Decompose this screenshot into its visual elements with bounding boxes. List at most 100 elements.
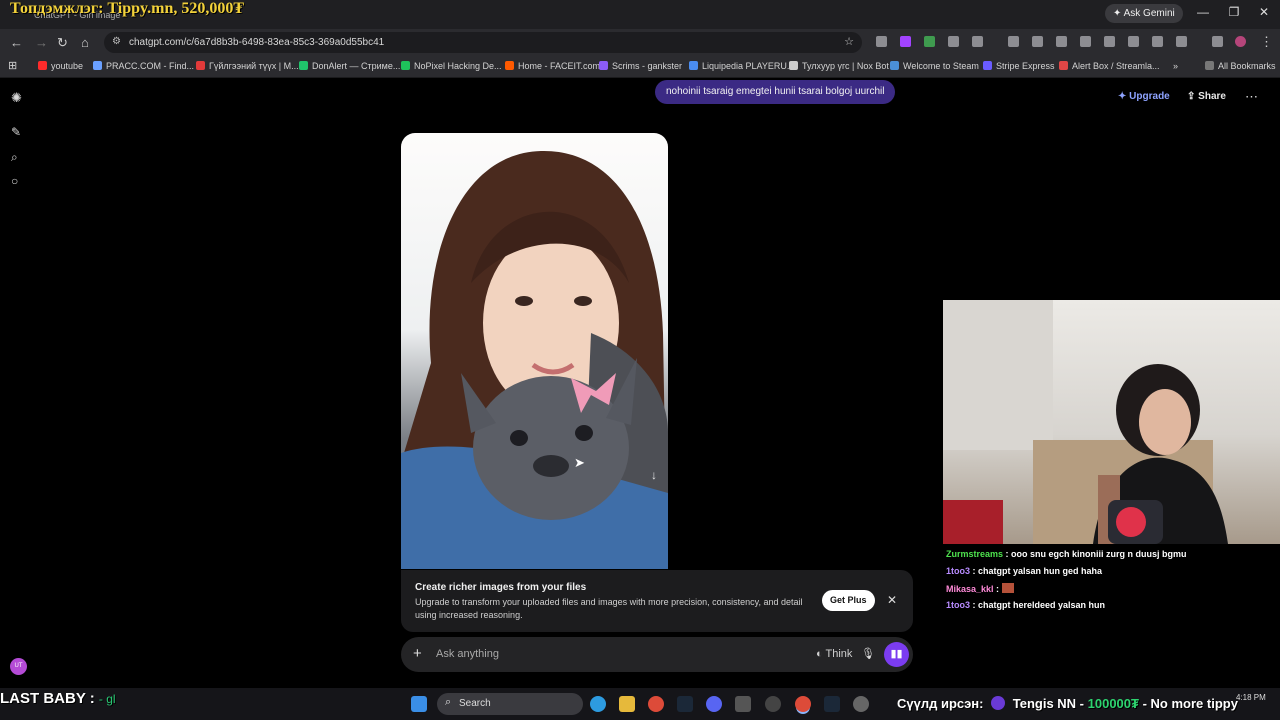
chat-text: ooo snu egch kinoniii zurg n duusj bgmu: [1011, 549, 1187, 559]
chat-message: Mikasa_kkl :: [946, 583, 1014, 594]
webcam-illustration: [943, 300, 1228, 544]
chat-username: Zurmstreams: [946, 549, 1004, 559]
extension-icon[interactable]: [900, 36, 911, 47]
bookmark-label: PRACC.COM - Find...: [106, 61, 195, 71]
bookmark-item[interactable]: DonAlert — Стриме...: [299, 61, 400, 71]
bookmark-favicon-icon: [401, 61, 410, 70]
chatgpt-logo-icon[interactable]: ✺: [11, 90, 22, 106]
home-icon[interactable]: ⌂: [81, 35, 89, 50]
extension-icon[interactable]: [876, 36, 887, 47]
chat-message: 1too3 : chatgpt yalsan hun ged haha: [946, 566, 1102, 576]
search-icon: ⌕: [445, 696, 452, 708]
favorites-icon[interactable]: [1008, 36, 1019, 47]
close-promo-icon[interactable]: ✕: [887, 593, 897, 607]
bookmark-item[interactable]: Home - FACEIT.com: [505, 61, 600, 71]
chrome-active-icon[interactable]: [795, 696, 811, 712]
site-info-icon[interactable]: ⚙: [112, 36, 121, 47]
extension-icon[interactable]: [924, 36, 935, 47]
scroll-down-icon[interactable]: ↓: [651, 468, 657, 482]
obs-icon[interactable]: [765, 696, 781, 712]
donation-prefix: Сүүлд ирсэн:: [897, 696, 984, 711]
translate-icon[interactable]: [1176, 36, 1187, 47]
chat-emote-icon: [1001, 583, 1014, 593]
get-plus-button[interactable]: Get Plus: [822, 590, 875, 611]
bookmark-favicon-icon: [983, 61, 992, 70]
bookmark-item[interactable]: Liquipedia PLAYERU...: [689, 61, 794, 71]
donation-message: - No more tippy: [1142, 696, 1238, 711]
reload-icon[interactable]: ↻: [57, 35, 68, 51]
steam-icon[interactable]: [824, 696, 840, 712]
bookmark-star-icon[interactable]: ☆: [844, 35, 854, 48]
address-bar[interactable]: ⚙ chatgpt.com/c/6a7d8b3b-6498-83ea-85c3-…: [104, 32, 862, 53]
bookmark-label: NoPixel Hacking De...: [414, 61, 502, 71]
maximize-icon[interactable]: ❐: [1226, 5, 1242, 19]
bookmark-item[interactable]: Alert Box / Streamla...: [1059, 61, 1160, 71]
bookmark-favicon-icon: [505, 61, 514, 70]
discord-icon[interactable]: [706, 696, 722, 712]
app-icon[interactable]: [853, 696, 869, 712]
generated-image-illustration: [401, 150, 668, 569]
voice-mode-icon[interactable]: ▮▮: [884, 642, 909, 667]
share-button[interactable]: ⇪ Share: [1187, 91, 1226, 102]
add-attachment-icon[interactable]: +: [413, 645, 422, 662]
donation-amount: 100000₮: [1087, 696, 1139, 711]
tab-search-icon[interactable]: [1212, 36, 1223, 47]
url-text: chatgpt.com/c/6a7d8b3b-6498-83ea-85c3-36…: [129, 37, 385, 48]
generated-image[interactable]: ➤: [401, 133, 668, 569]
apps-grid-icon[interactable]: ⊞: [8, 59, 17, 72]
downloads-icon[interactable]: [1032, 36, 1043, 47]
bookmark-label: Welcome to Steam: [903, 61, 979, 71]
close-window-icon[interactable]: ✕: [1256, 5, 1272, 19]
chats-icon[interactable]: ○: [11, 174, 18, 188]
prompt-input[interactable]: Ask anything: [436, 648, 499, 660]
bookmark-item[interactable]: Welcome to Steam: [890, 61, 979, 71]
bookmark-item[interactable]: youtube: [38, 61, 83, 71]
extensions-puzzle-icon[interactable]: [972, 36, 983, 47]
back-icon[interactable]: ←: [10, 35, 23, 50]
bookmark-label: Liquipedia PLAYERU...: [702, 61, 795, 71]
latest-donation-overlay: Сүүлд ирсэн: Tengis NN - 100000₮ - No mo…: [897, 696, 1238, 711]
taskbar-search-label: Search: [459, 698, 491, 709]
steam-icon[interactable]: [677, 696, 693, 712]
link-icon[interactable]: [1152, 36, 1163, 47]
chrome-icon[interactable]: [648, 696, 664, 712]
cast-icon[interactable]: [1128, 36, 1139, 47]
user-avatar[interactable]: UT: [10, 658, 27, 675]
bookmark-favicon-icon: [1059, 61, 1068, 70]
file-explorer-icon[interactable]: [619, 696, 635, 712]
bookmark-label: DonAlert — Стриме...: [312, 61, 401, 71]
new-chat-icon[interactable]: ✎: [11, 125, 21, 139]
bookmark-item[interactable]: Scrims - gankster: [599, 61, 682, 71]
bookmark-item[interactable]: Stripe Express: [983, 61, 1055, 71]
ask-gemini-button[interactable]: ✦ Ask Gemini: [1105, 4, 1183, 23]
promo-title: Create richer images from your files: [415, 582, 587, 593]
bookmark-item[interactable]: Гүйлгээний түүх | M...: [196, 61, 299, 71]
last-baby-overlay: LAST BABY : - gl: [0, 690, 116, 707]
all-bookmarks[interactable]: All Bookmarks: [1205, 61, 1276, 71]
stream-top-donation-banner: Топдэмжлэг: Tippy.mn, 520,000₮: [10, 0, 245, 17]
edge-icon[interactable]: [590, 696, 606, 712]
bookmarks-overflow-icon[interactable]: »: [1173, 61, 1178, 71]
bookmark-item[interactable]: Тулхуур үгс | Nox Bot: [789, 61, 889, 71]
history-icon[interactable]: [1056, 36, 1067, 47]
forward-icon[interactable]: →: [35, 35, 48, 50]
extension-icon[interactable]: [1104, 36, 1115, 47]
windows-start-icon[interactable]: [411, 696, 427, 712]
more-options-icon[interactable]: ⋯: [1245, 89, 1258, 105]
donor-avatar-icon: [991, 696, 1006, 710]
browser-menu-icon[interactable]: ⋮: [1260, 34, 1273, 50]
think-button[interactable]: ◐ Think: [816, 648, 852, 660]
search-chats-icon[interactable]: ⌕: [11, 150, 18, 165]
bookmark-item[interactable]: PRACC.COM - Find...: [93, 61, 194, 71]
extension-icon[interactable]: [948, 36, 959, 47]
minimize-icon[interactable]: —: [1195, 5, 1211, 19]
bookmark-item[interactable]: NoPixel Hacking De...: [401, 61, 502, 71]
taskbar-clock[interactable]: 4:18 PM: [1236, 693, 1266, 702]
taskbar-search[interactable]: ⌕ Search: [437, 693, 583, 715]
delete-icon[interactable]: [1080, 36, 1091, 47]
upgrade-button[interactable]: ✦ Upgrade: [1118, 91, 1170, 102]
profile-avatar[interactable]: [1235, 36, 1246, 47]
microphone-icon[interactable]: 🎙: [861, 647, 875, 660]
calculator-icon[interactable]: [735, 696, 751, 712]
bookmark-favicon-icon: [890, 61, 899, 70]
